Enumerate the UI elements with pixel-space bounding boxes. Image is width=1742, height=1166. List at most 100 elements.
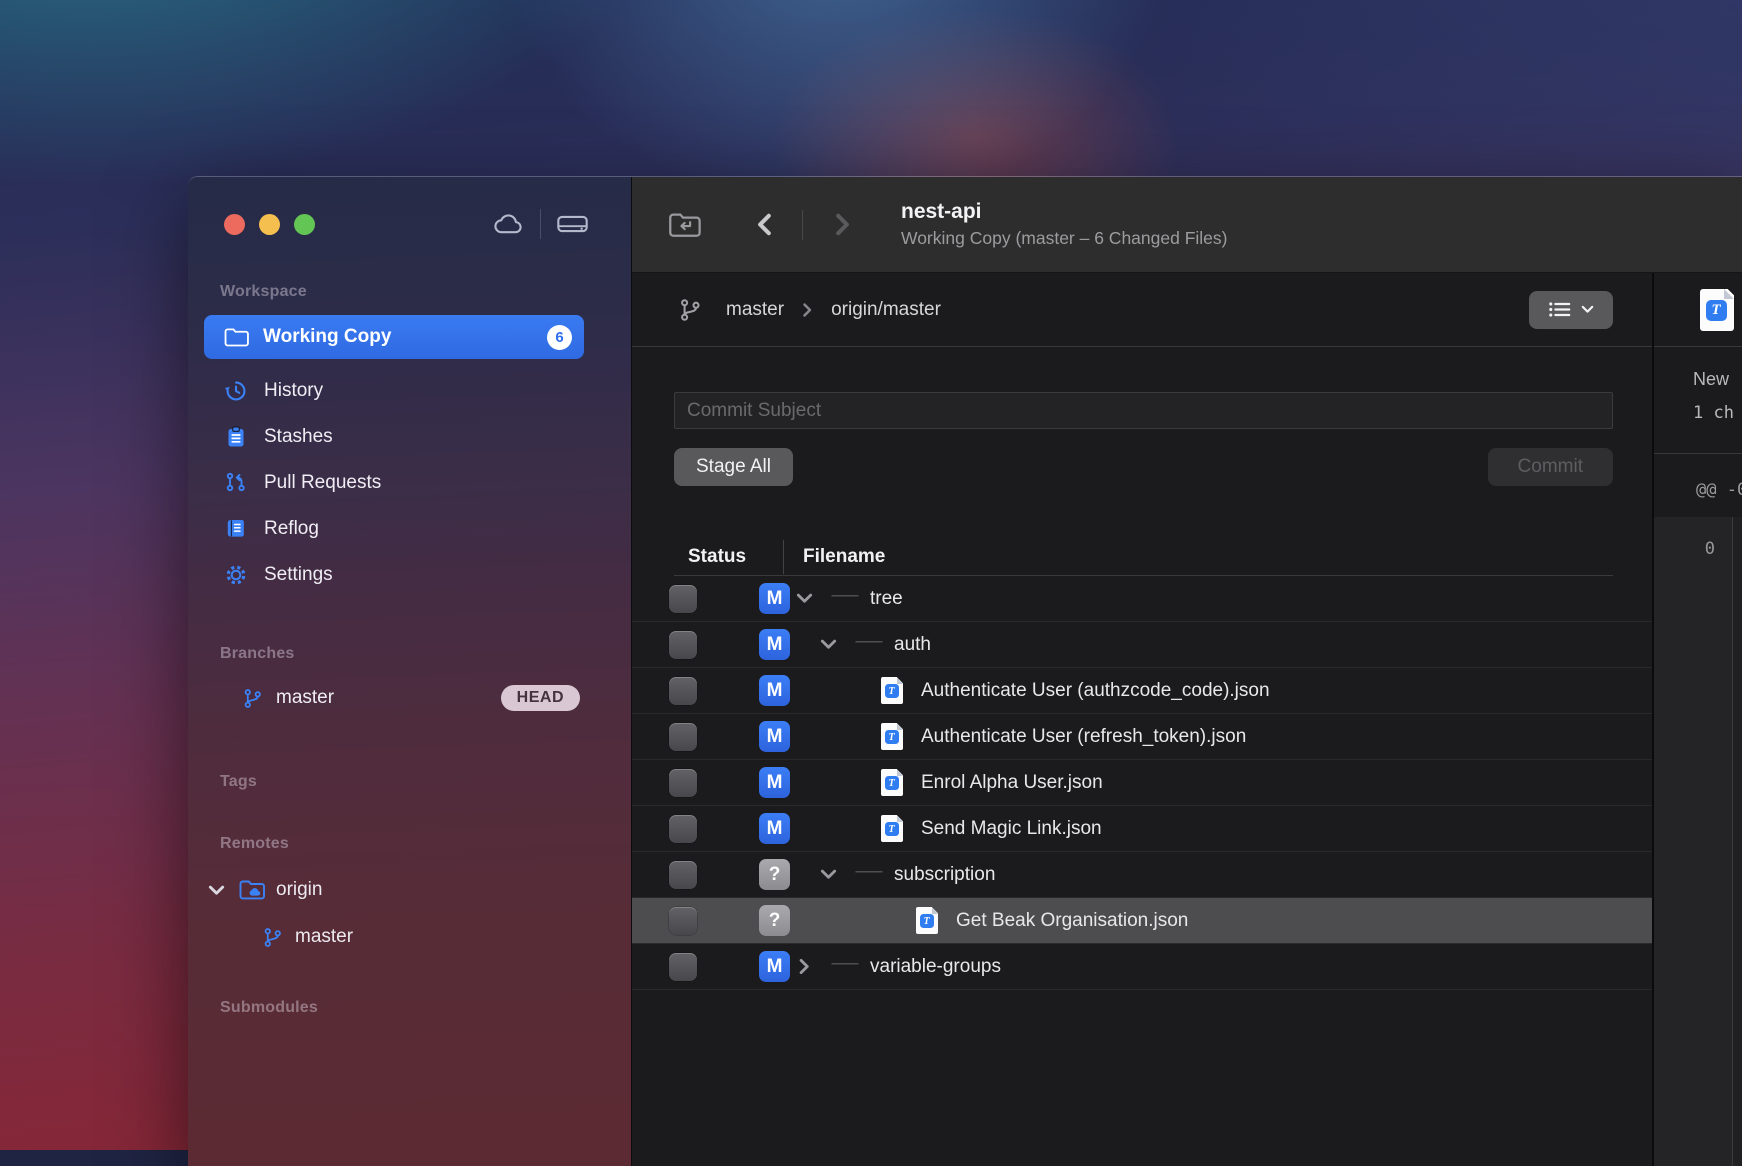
sidebar-item-branch-master[interactable]: master HEAD [242,683,580,713]
forward-button[interactable] [836,213,851,237]
json-file-icon: T [916,907,938,934]
diff-line-number: 0 [1654,517,1733,1166]
diff-status-label: New [1693,369,1742,390]
stage-checkbox[interactable] [669,723,697,751]
stage-all-button[interactable]: Stage All [674,448,793,486]
file-name: auth [894,634,931,656]
sidebar-item-label: Working Copy [263,326,391,348]
json-file-icon: T [1700,289,1734,331]
breadcrumb-branch[interactable]: master [726,299,784,321]
file-row[interactable]: M T Authenticate User (authzcode_code).j… [632,668,1652,714]
folder-icon [830,587,860,611]
diff-panel: T New 1 ch @@ -0 0 [1654,273,1742,1166]
file-name: Get Beak Organisation.json [956,910,1188,932]
status-column-header[interactable]: Status [688,546,746,568]
stage-checkbox[interactable] [669,907,697,935]
stage-checkbox[interactable] [669,769,697,797]
remote-branch-name: master [295,926,353,948]
chevron-right-icon[interactable] [799,958,810,975]
reveal-working-copy-icon[interactable] [668,210,702,240]
file-row-subscription[interactable]: ? subscription [632,852,1652,898]
chevron-down-icon[interactable] [820,639,837,650]
file-table-header: Status Filename [674,539,1613,576]
filename-column-header[interactable]: Filename [803,546,885,568]
submodules-section-header: Submodules [220,999,631,1017]
chevron-down-icon[interactable] [820,869,837,880]
stage-checkbox[interactable] [669,953,697,981]
folder-icon [854,863,884,887]
diff-gutter: 0 [1654,517,1742,1166]
view-options-button[interactable] [1529,291,1613,329]
close-button[interactable] [224,214,245,235]
stage-checkbox[interactable] [669,585,697,613]
working-copy-panel: master origin/master Stage All Commit [632,273,1652,1166]
drive-icon[interactable] [556,212,589,236]
sidebar-item-history[interactable]: History [224,377,631,405]
pull-request-icon [224,471,248,495]
sidebar-item-remote-branch-master[interactable]: master [262,923,631,951]
nav-separator [802,210,803,240]
json-file-icon: T [881,769,903,796]
status-badge: M [759,629,790,660]
stage-checkbox[interactable] [669,815,697,843]
diff-hunk-header: @@ -0 [1654,454,1742,517]
branch-name: master [276,687,334,709]
sidebar-item-label: Pull Requests [264,472,381,494]
sidebar-item-reflog[interactable]: Reflog [224,515,631,543]
status-badge: M [759,583,790,614]
branch-breadcrumb-bar: master origin/master [632,273,1652,347]
stage-checkbox[interactable] [669,677,697,705]
commit-subject-input[interactable] [674,392,1613,429]
file-name: Authenticate User (authzcode_code).json [921,680,1270,702]
chevron-down-icon[interactable] [796,593,813,604]
changed-count-badge: 6 [547,325,572,350]
file-name: Enrol Alpha User.json [921,772,1103,794]
app-window: Workspace Working Copy 6 History Stashes… [188,176,1742,1166]
workspace-section-header: Workspace [220,283,631,301]
sidebar-item-label: Reflog [264,518,319,540]
list-view-icon [1548,300,1572,319]
column-divider[interactable] [783,540,784,574]
back-button[interactable] [757,213,772,237]
file-row-selected[interactable]: ? T Get Beak Organisation.json [632,898,1652,944]
cloud-icon[interactable] [492,212,525,236]
file-row-tree[interactable]: M tree [632,576,1652,622]
folder-icon [224,327,249,348]
file-row[interactable]: M T Enrol Alpha User.json [632,760,1652,806]
chevron-down-icon [1581,305,1594,314]
file-row[interactable]: M T Authenticate User (refresh_token).js… [632,714,1652,760]
file-row-variable-groups[interactable]: M variable-groups [632,944,1652,990]
sidebar: Workspace Working Copy 6 History Stashes… [188,177,632,1166]
sidebar-item-working-copy[interactable]: Working Copy 6 [204,315,584,359]
status-badge: M [759,767,790,798]
commit-button[interactable]: Commit [1488,448,1613,486]
folder-icon [854,633,884,657]
zoom-button[interactable] [294,214,315,235]
json-file-icon: T [881,815,903,842]
status-badge: ? [759,905,790,936]
remotes-section-header: Remotes [220,835,631,853]
status-badge: M [759,721,790,752]
diff-file-info: New 1 ch [1654,347,1742,454]
sidebar-item-stashes[interactable]: Stashes [224,423,631,451]
sidebar-item-pull-requests[interactable]: Pull Requests [224,469,631,497]
file-row-auth[interactable]: M auth [632,622,1652,668]
remote-folder-cloud-icon [239,879,265,901]
sidebar-item-label: Stashes [264,426,333,448]
branch-icon [242,688,263,709]
window-title: nest-api [901,200,1227,224]
file-row[interactable]: M T Send Magic Link.json [632,806,1652,852]
sidebar-item-settings[interactable]: Settings [224,561,631,589]
chevron-down-icon[interactable] [208,885,225,896]
sidebar-item-remote-origin[interactable]: origin [208,875,631,905]
branch-icon [678,298,702,322]
breadcrumb-upstream[interactable]: origin/master [831,299,941,321]
minimize-button[interactable] [259,214,280,235]
folder-icon [830,955,860,979]
stage-checkbox[interactable] [669,631,697,659]
stage-checkbox[interactable] [669,861,697,889]
toolbar-separator [540,209,541,239]
tags-section-header: Tags [220,773,631,791]
clipboard-icon [224,425,248,449]
status-badge: M [759,813,790,844]
